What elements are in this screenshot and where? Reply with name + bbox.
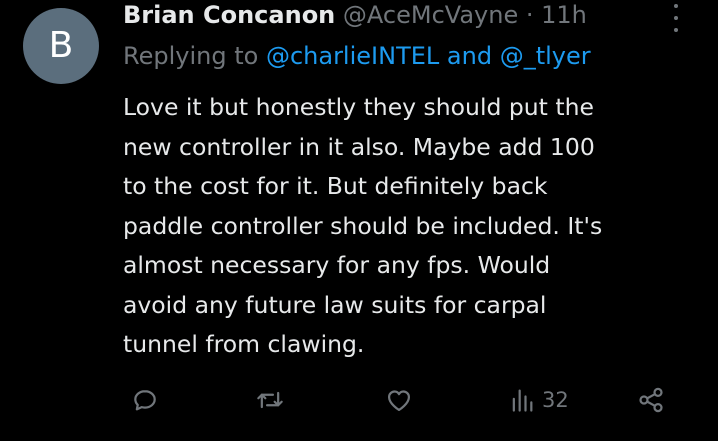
tweet-text-line: Love it but honestly they should put the [123,93,594,121]
tweet-text-line: new controller in it also. Maybe add 100 [123,132,595,161]
views-button[interactable]: 32 [508,384,569,416]
tweet-text-line: paddle controller should be included. It… [123,211,603,240]
tweet-text: Love it but honestly they should put the… [123,88,698,365]
replying-to-label: Replying to [123,42,259,70]
reply-icon [134,390,156,411]
avatar-initial: B [48,25,74,66]
tweet-text-line: to the cost for it. But definitely back [123,172,548,200]
user-handle[interactable]: @AceMcVayne [343,1,518,29]
avatar[interactable]: B [23,8,99,84]
share-button[interactable] [637,384,665,416]
retweet-icon [257,391,283,409]
retweet-button[interactable] [256,384,284,416]
tweet[interactable]: B Brian Concanon @AceMcVayne · 11h Reply… [0,0,718,441]
timestamp[interactable]: 11h [541,1,587,29]
mention-link-tlyer[interactable]: @_tlyer [500,42,591,70]
display-name[interactable]: Brian Concanon [123,1,335,29]
share-icon [639,387,663,413]
like-icon [387,390,411,412]
mention-link-charlieintel[interactable]: @charlieINTEL [266,42,439,70]
more-options-icon[interactable] [668,4,684,32]
tweet-text-line: almost necessary for any fps. Would [123,251,551,279]
tweet-text-line: avoid any future law suits for carpal [123,290,547,319]
reply-button[interactable] [131,384,159,416]
views-icon [512,389,533,412]
replying-to-connector[interactable]: and [447,42,492,70]
views-count: 32 [542,388,569,412]
tweet-header: Brian Concanon @AceMcVayne · 11h [123,0,587,30]
tweet-text-line: tunnel from clawing. [123,330,365,358]
like-button[interactable] [385,384,413,416]
separator-dot: · [525,1,534,29]
replying-to: Replying to @charlieINTEL and @_tlyer [123,41,591,71]
